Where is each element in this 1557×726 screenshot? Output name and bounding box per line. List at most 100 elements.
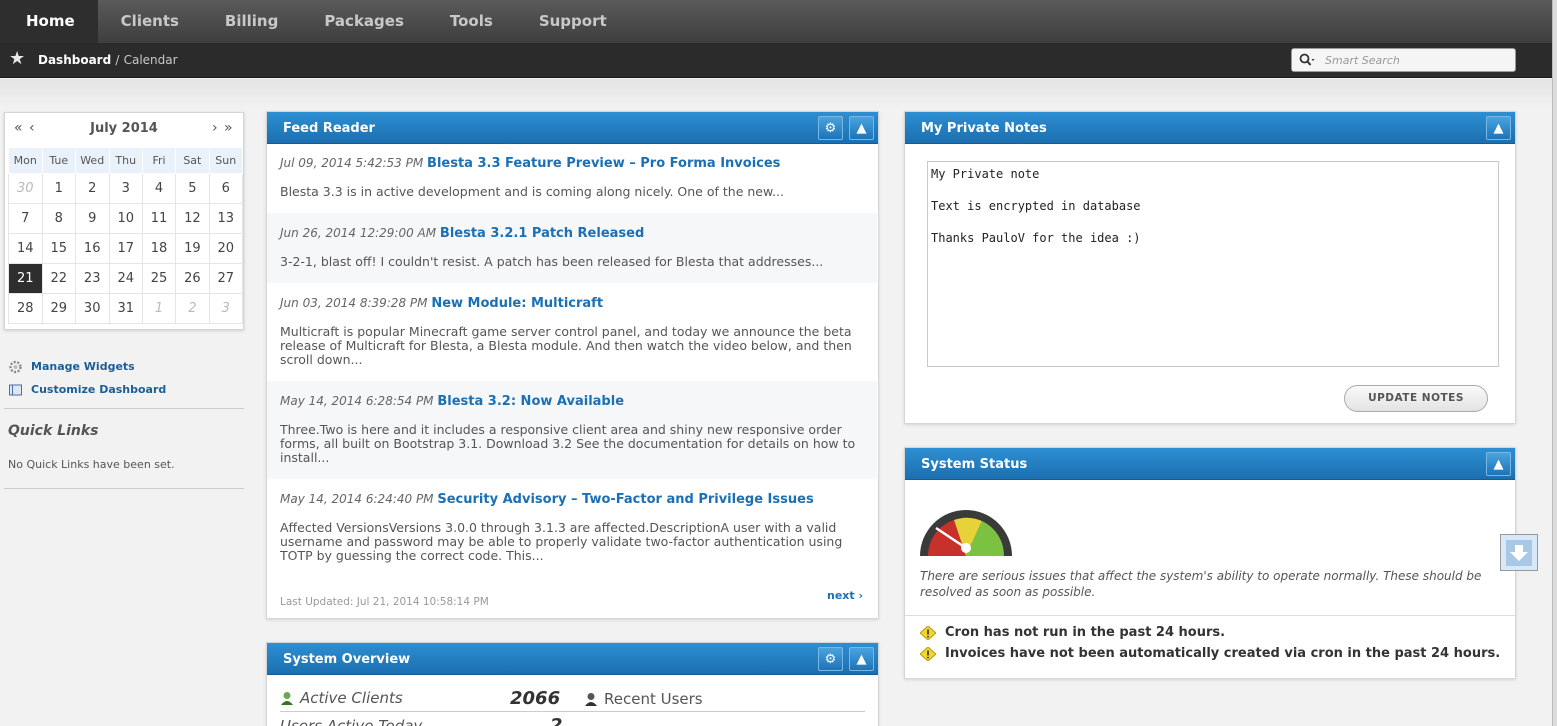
next-year-button[interactable]: » [224, 120, 233, 136]
nav-home[interactable]: Home [0, 0, 98, 43]
calendar-day[interactable]: 17 [108, 233, 143, 264]
window-scrollbar[interactable] [1552, 0, 1557, 726]
feed-item-link[interactable]: Security Advisory – Two-Factor and Privi… [437, 492, 813, 507]
widget-collapse-button[interactable]: ▲ [1486, 452, 1511, 476]
breadcrumb-dashboard[interactable]: Dashboard [38, 53, 111, 67]
nav-packages[interactable]: Packages [301, 0, 427, 43]
widget-header: Feed Reader ⚙ ▲ [267, 112, 878, 144]
feed-item-link[interactable]: Blesta 3.2: Now Available [437, 394, 624, 409]
chevron-up-icon: ▲ [1493, 456, 1504, 472]
feed-item-header: Jun 26, 2014 12:29:00 AM Blesta 3.2.1 Pa… [280, 226, 864, 241]
calendar-day[interactable]: 29 [41, 293, 76, 324]
calendar-day[interactable]: 16 [74, 233, 110, 264]
update-notes-button[interactable]: UPDATE NOTES [1344, 385, 1488, 412]
calendar-day[interactable]: 7 [8, 203, 43, 234]
feed-item-header: Jul 09, 2014 5:42:53 PM Blesta 3.3 Featu… [280, 156, 864, 171]
scroll-down-button[interactable] [1500, 534, 1538, 571]
calendar-day[interactable]: 2 [175, 293, 210, 324]
status-gauge-icon [920, 510, 1012, 556]
weekday-header: Sun [208, 147, 243, 174]
gear-icon: ⚙ [824, 651, 837, 667]
dashboard-icon [9, 384, 22, 395]
calendar-day[interactable]: 1 [141, 293, 177, 324]
widget-collapse-button[interactable]: ▲ [849, 116, 874, 140]
feed-item-link[interactable]: Blesta 3.3 Feature Preview – Pro Forma I… [427, 156, 780, 171]
quick-links-empty: No Quick Links have been set. [8, 458, 175, 471]
calendar-day[interactable]: 31 [108, 293, 143, 324]
calendar-day[interactable]: 5 [175, 173, 210, 204]
weekday-header: Sat [175, 147, 210, 174]
feed-item-link[interactable]: Blesta 3.2.1 Patch Released [440, 226, 644, 241]
widget-collapse-button[interactable]: ▲ [849, 647, 874, 671]
feed-item-link[interactable]: New Module: Multicraft [431, 296, 603, 311]
header-shadow [0, 79, 1552, 109]
calendar-day[interactable]: 8 [41, 203, 76, 234]
breadcrumb-separator: / [115, 53, 120, 67]
nav-tools[interactable]: Tools [427, 0, 516, 43]
calendar-day[interactable]: 24 [108, 263, 143, 294]
calendar-day[interactable]: 21 [8, 263, 43, 294]
status-issue-text: Invoices have not been automatically cre… [945, 646, 1501, 661]
star-icon[interactable]: ★ [9, 50, 27, 68]
calendar-day[interactable]: 25 [141, 263, 177, 294]
calendar-day[interactable]: 30 [74, 293, 110, 324]
widget-header: System Status ▲ [905, 448, 1515, 480]
feed-reader-widget: Feed Reader ⚙ ▲ Jul 09, 2014 5:42:53 PM … [266, 111, 879, 619]
calendar-day[interactable]: 20 [208, 233, 243, 264]
calendar-day[interactable]: 1 [41, 173, 76, 204]
calendar-day[interactable]: 2 [74, 173, 110, 204]
feed-next-link[interactable]: next › [827, 589, 863, 602]
status-issue-text: Cron has not run in the past 24 hours. [945, 625, 1226, 640]
calendar-day[interactable]: 4 [141, 173, 177, 204]
calendar-day[interactable]: 18 [141, 233, 177, 264]
calendar-day[interactable]: 26 [175, 263, 210, 294]
widget-collapse-button[interactable]: ▲ [1486, 116, 1511, 140]
calendar-day[interactable]: 19 [175, 233, 210, 264]
calendar-day[interactable]: 14 [8, 233, 43, 264]
calendar-day[interactable]: 27 [208, 263, 243, 294]
calendar-day[interactable]: 11 [141, 203, 177, 234]
widget-settings-button[interactable]: ⚙ [818, 647, 843, 671]
calendar-day[interactable]: 12 [175, 203, 210, 234]
calendar-day[interactable]: 13 [208, 203, 243, 234]
notes-textarea[interactable]: My Private note Text is encrypted in dat… [927, 161, 1499, 367]
widget-title: System Overview [283, 652, 411, 667]
widget-header: System Overview ⚙ ▲ [267, 643, 878, 675]
arrow-down-icon [1506, 539, 1532, 566]
calendar-day[interactable]: 3 [208, 293, 243, 324]
feed-item-desc: Three.Two is here and it includes a resp… [280, 422, 856, 465]
manage-widgets-link[interactable]: Manage Widgets [8, 355, 166, 378]
chevron-up-icon: ▲ [1493, 120, 1504, 136]
nav-billing[interactable]: Billing [202, 0, 301, 43]
users-today-label: Users Active Today [280, 717, 423, 726]
calendar-day[interactable]: 10 [108, 203, 143, 234]
weekday-header: Wed [74, 147, 110, 174]
status-issue: Cron has not run in the past 24 hours. [920, 625, 1225, 640]
smart-search[interactable] [1291, 48, 1516, 72]
calendar-day[interactable]: 3 [108, 173, 143, 204]
calendar-day[interactable]: 22 [41, 263, 76, 294]
feed-item-date: May 14, 2014 6:24:40 PM [280, 492, 434, 506]
search-input[interactable] [1325, 52, 1510, 69]
calendar-day[interactable]: 23 [74, 263, 110, 294]
recent-users-row: Recent Users [584, 690, 703, 708]
calendar-day[interactable]: 9 [74, 203, 110, 234]
calendar-day[interactable]: 30 [8, 173, 43, 204]
search-icon[interactable] [1299, 53, 1315, 67]
feed-item-date: Jun 03, 2014 8:39:28 PM [280, 296, 428, 310]
private-notes-widget: My Private Notes ▲ My Private note Text … [904, 111, 1516, 424]
nav-support[interactable]: Support [516, 0, 630, 43]
feed-last-updated: Last Updated: Jul 21, 2014 10:58:14 PM [280, 596, 489, 608]
calendar-day[interactable]: 28 [8, 293, 43, 324]
user-icon [281, 691, 293, 705]
system-status-widget: System Status ▲ There are serious issues… [904, 447, 1516, 679]
customize-dashboard-link[interactable]: Customize Dashboard [8, 378, 166, 401]
nav-clients[interactable]: Clients [98, 0, 202, 43]
widget-settings-button[interactable]: ⚙ [818, 116, 843, 140]
next-month-button[interactable]: › [212, 120, 218, 136]
calendar-day[interactable]: 15 [41, 233, 76, 264]
weekday-header: Tue [41, 147, 76, 174]
calendar-month-title: July 2014 [90, 121, 158, 136]
feed-item: May 14, 2014 6:24:40 PM Security Advisor… [267, 479, 877, 577]
calendar-day[interactable]: 6 [208, 173, 243, 204]
